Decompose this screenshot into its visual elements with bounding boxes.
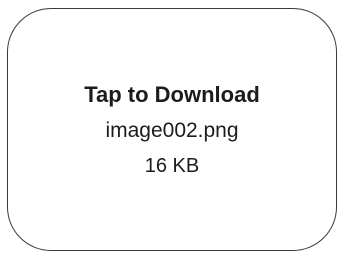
tap-to-download-label: Tap to Download bbox=[84, 81, 260, 107]
file-name: image002.png bbox=[105, 118, 239, 142]
download-attachment-card[interactable]: Tap to Download image002.png 16 KB bbox=[7, 8, 337, 251]
file-size: 16 KB bbox=[144, 154, 200, 177]
